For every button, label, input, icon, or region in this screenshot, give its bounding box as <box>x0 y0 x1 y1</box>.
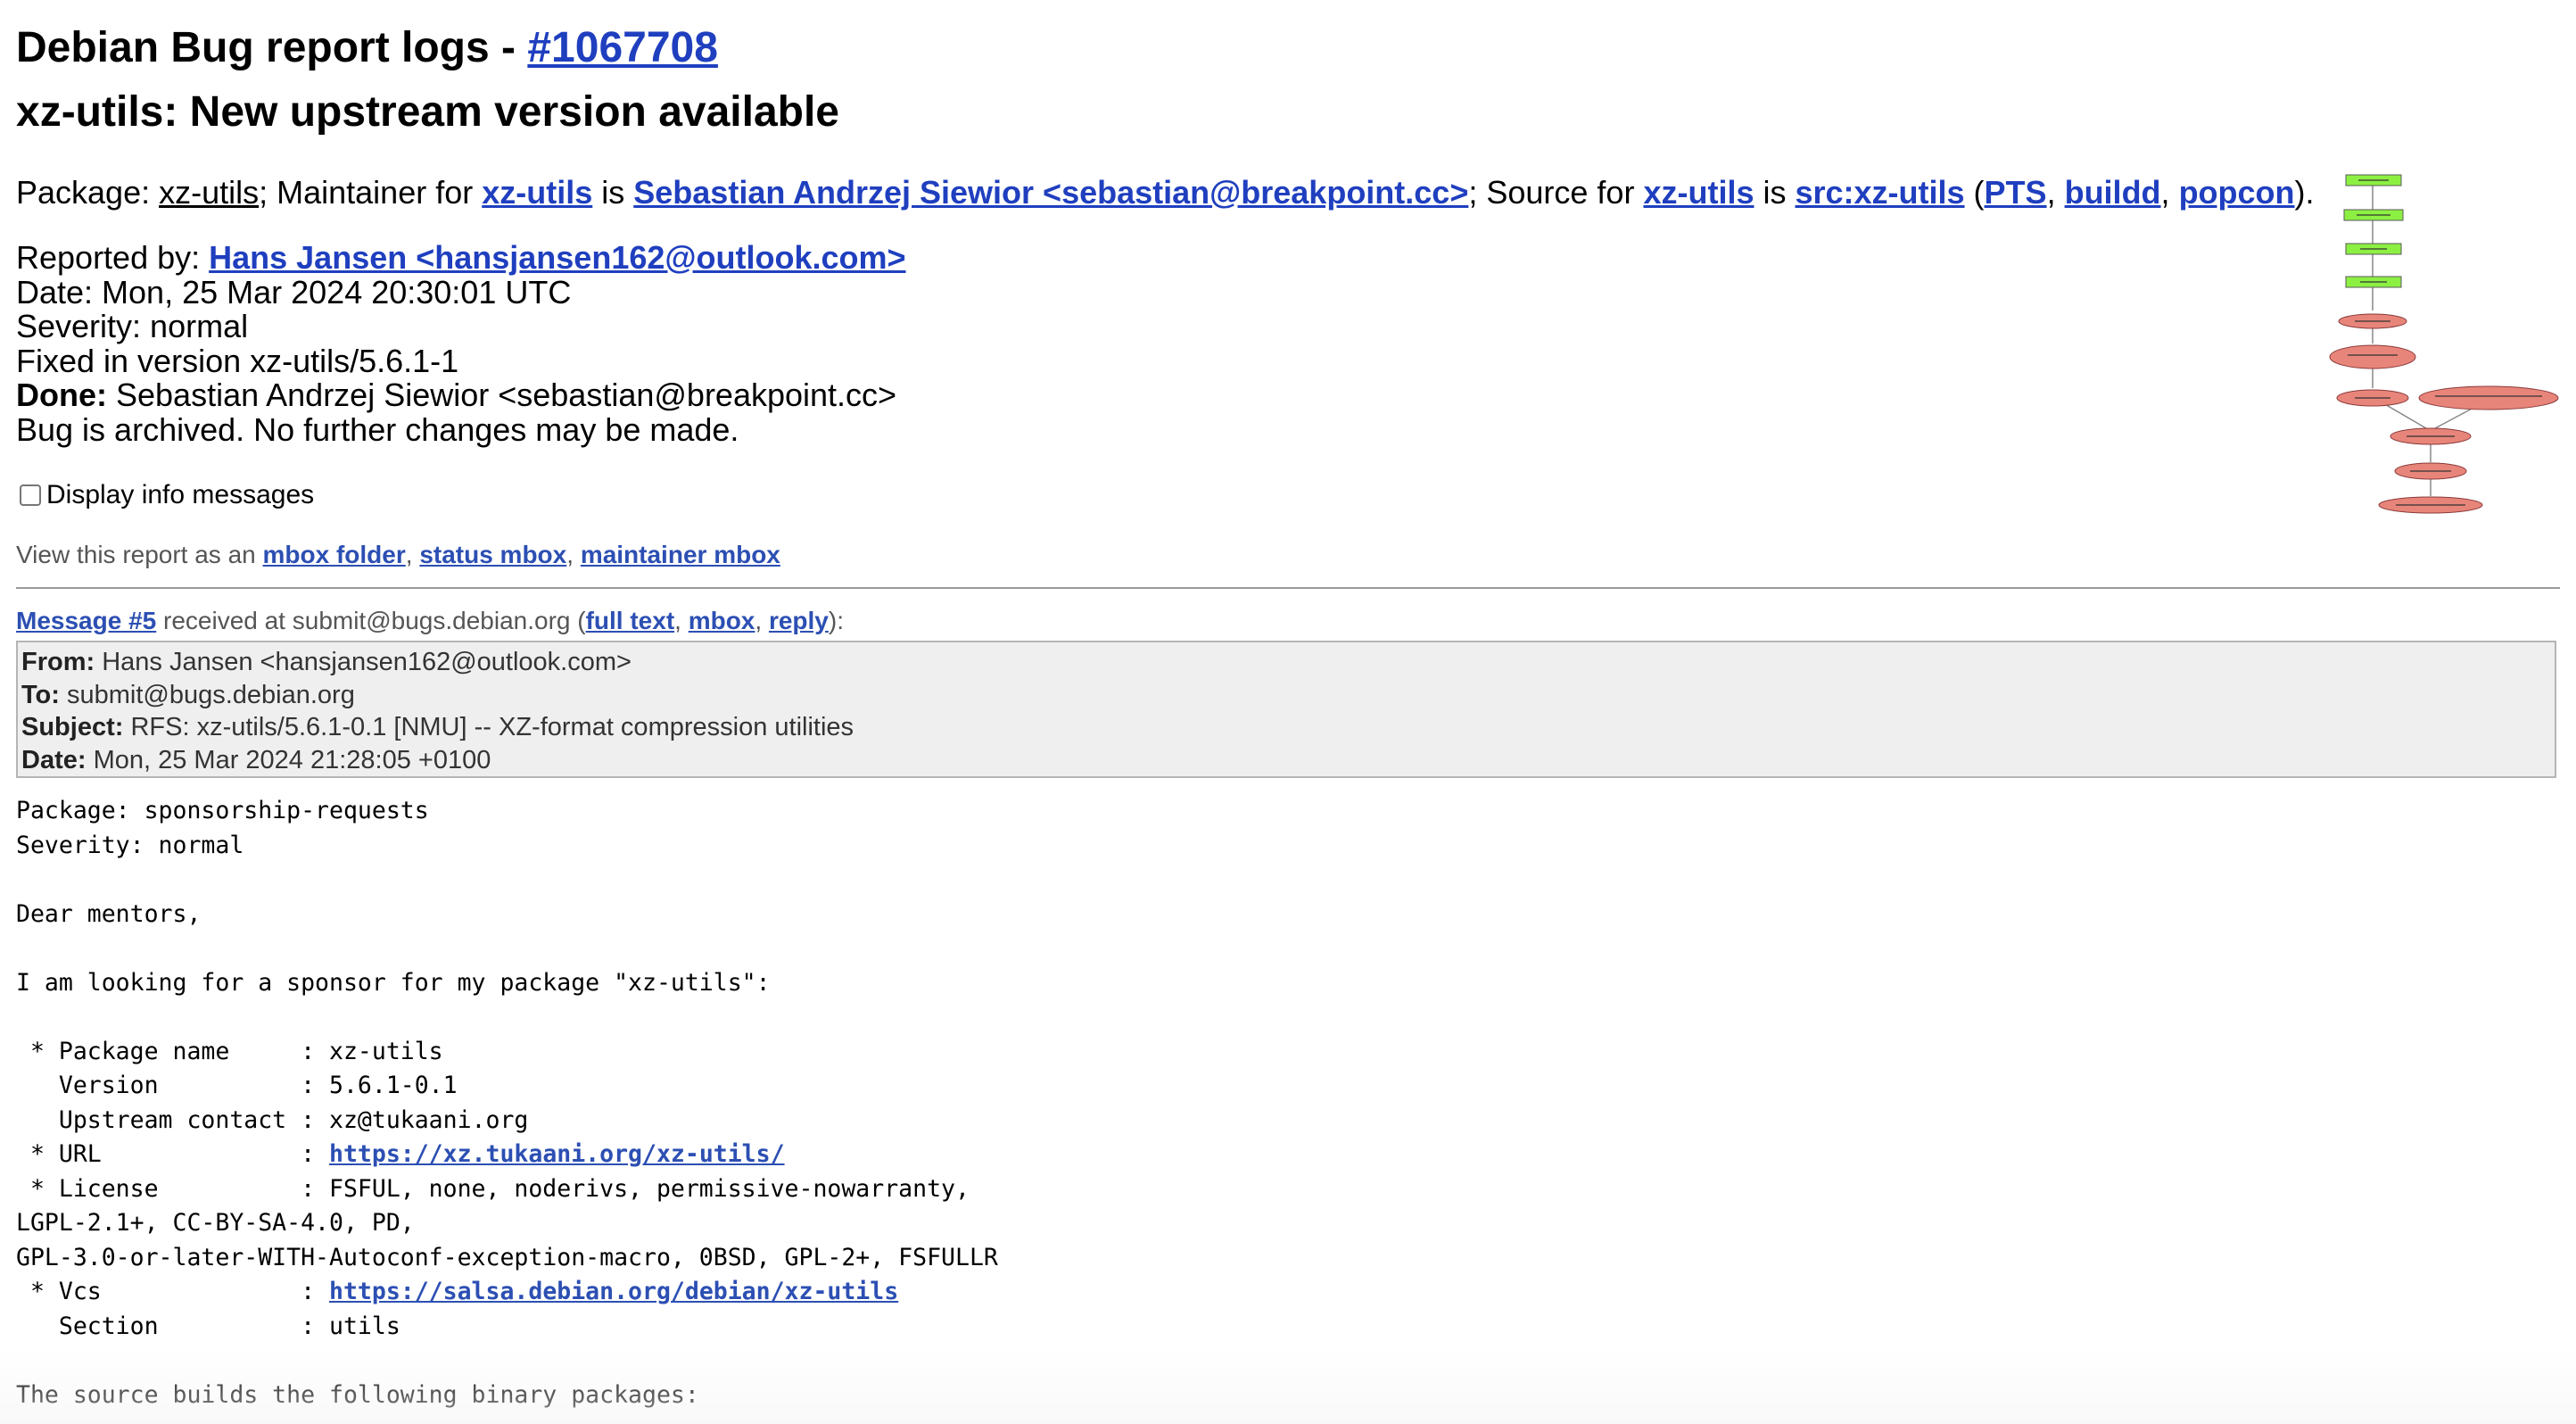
package-line: Package: xz-utils; Maintainer for xz-uti… <box>16 173 2315 212</box>
fixed-version: Fixed in version xz-utils/5.6.1-1 <box>16 342 459 379</box>
header-from: From: Hans Jansen <hansjansen162@outlook… <box>21 646 2551 679</box>
vcs-url-link[interactable]: https://salsa.debian.org/debian/xz-utils <box>329 1278 898 1305</box>
reply-link[interactable]: reply <box>769 607 829 634</box>
display-info-label: Display info messages <box>46 480 315 509</box>
upstream-url-link[interactable]: https://xz.tukaani.org/xz-utils/ <box>329 1140 785 1168</box>
version-graph[interactable] <box>2319 161 2576 517</box>
paren-close: ). <box>2294 174 2315 211</box>
graph-node-red[interactable] <box>2329 344 2416 369</box>
bug-number-link[interactable]: #1067708 <box>527 24 718 71</box>
to-label: To: <box>21 680 60 709</box>
message-link[interactable]: Message #5 <box>16 607 156 634</box>
paren-open: ( <box>1964 174 1985 211</box>
body-line: GPL-3.0-or-later-WITH-Autoconf-exception… <box>16 1243 998 1271</box>
body-line: Upstream contact : xz@tukaani.org <box>16 1105 529 1134</box>
source-text: ; Source for <box>1468 174 1644 211</box>
message-body: Package: sponsorship-requests Severity: … <box>16 794 998 1412</box>
body-line: * Vcs : <box>16 1278 329 1305</box>
body-line: * Package name : xz-utils <box>16 1037 443 1065</box>
body-line: * License : FSFUL, none, noderivs, permi… <box>16 1174 970 1203</box>
reported-by: Reported by: Hans Jansen <hansjansen162@… <box>16 239 906 276</box>
bug-subject: xz-utils: New upstream version available <box>16 88 839 136</box>
header-to: To: submit@bugs.debian.org <box>21 679 2551 712</box>
body-line: Version : 5.6.1-0.1 <box>16 1072 458 1099</box>
maint-pkg-link[interactable]: xz-utils <box>482 174 592 211</box>
graph-node-red[interactable] <box>2418 385 2559 410</box>
message-mbox-link[interactable]: mbox <box>689 607 755 634</box>
body-line: Severity: normal <box>16 831 244 859</box>
to-value: submit@bugs.debian.org <box>59 680 355 709</box>
report-date: Date: Mon, 25 Mar 2024 20:30:01 UTC <box>16 273 572 310</box>
package-link[interactable]: xz-utils <box>159 174 259 211</box>
sep: , <box>2046 174 2065 211</box>
date-value: Mon, 25 Mar 2024 21:28:05 +0100 <box>86 745 491 774</box>
done-value: Sebastian Andrzej Siewior <sebastian@bre… <box>107 377 897 413</box>
title-prefix: Debian Bug report logs - <box>16 24 528 71</box>
source-link[interactable]: src:xz-utils <box>1795 174 1964 211</box>
header-subject: Subject: RFS: xz-utils/5.6.1-0.1 [NMU] -… <box>21 711 2551 744</box>
page-title: Debian Bug report logs - #1067708 <box>16 23 718 73</box>
display-info-checkbox[interactable] <box>20 484 41 506</box>
reported-label: Reported by: <box>16 239 210 276</box>
message-header-line: Message #5 received at submit@bugs.debia… <box>16 605 844 637</box>
graph-edges <box>2372 186 2489 496</box>
body-line: LGPL-2.1+, CC-BY-SA-4.0, PD, <box>16 1209 415 1237</box>
done-by: Done: Sebastian Andrzej Siewior <sebasti… <box>16 377 906 413</box>
from-value: Hans Jansen <hansjansen162@outlook.com> <box>95 648 632 676</box>
subject-label: Subject: <box>21 713 124 741</box>
graph-nodes <box>2329 174 2559 514</box>
sep: , <box>674 607 689 634</box>
pts-link[interactable]: PTS <box>1985 174 2047 211</box>
body-line: I am looking for a sponsor for my packag… <box>16 968 771 997</box>
sep: , <box>405 541 420 568</box>
graph-node-glyphs <box>2348 179 2542 506</box>
body-line: Section : utils <box>16 1312 400 1340</box>
body-line: Package: sponsorship-requests <box>16 797 429 824</box>
sep: , <box>2160 174 2179 211</box>
received-end: ): <box>828 607 844 634</box>
body-line: The source builds the following binary p… <box>16 1380 699 1409</box>
maint-text: ; Maintainer for <box>259 174 483 211</box>
reporter-link[interactable]: Hans Jansen <hansjansen162@outlook.com> <box>209 239 905 276</box>
bug-info: Reported by: Hans Jansen <hansjansen162@… <box>16 239 906 448</box>
is-text-2: is <box>1754 174 1796 211</box>
header-date: Date: Mon, 25 Mar 2024 21:28:05 +0100 <box>21 744 2551 777</box>
display-info-toggle[interactable]: Display info messages <box>20 478 314 512</box>
buildd-link[interactable]: buildd <box>2065 174 2161 211</box>
body-line: * URL : <box>16 1140 329 1168</box>
package-label: Package: <box>16 174 160 211</box>
done-label: Done: <box>16 377 107 413</box>
subject-value: RFS: xz-utils/5.6.1-0.1 [NMU] -- XZ-form… <box>123 713 855 741</box>
body-line: Dear mentors, <box>16 899 202 928</box>
severity: Severity: normal <box>16 308 249 344</box>
sep: , <box>755 607 769 634</box>
full-text-link[interactable]: full text <box>586 607 675 634</box>
view-prefix: View this report as an <box>16 541 263 568</box>
sep: , <box>566 541 581 568</box>
from-label: From: <box>21 648 95 676</box>
mbox-folder-link[interactable]: mbox folder <box>263 541 406 568</box>
view-as-line: View this report as an mbox folder, stat… <box>16 539 780 571</box>
date-label: Date: <box>21 745 87 774</box>
archived-notice: Bug is archived. No further changes may … <box>16 410 739 448</box>
maintainer-mbox-link[interactable]: maintainer mbox <box>581 541 780 568</box>
maintainer-link[interactable]: Sebastian Andrzej Siewior <sebastian@bre… <box>633 174 1468 211</box>
popcon-link[interactable]: popcon <box>2179 174 2295 211</box>
divider <box>16 587 2560 589</box>
email-headers: From: Hans Jansen <hansjansen162@outlook… <box>16 641 2556 778</box>
received-text: received at submit@bugs.debian.org ( <box>156 607 586 634</box>
is-text: is <box>592 174 634 211</box>
status-mbox-link[interactable]: status mbox <box>419 541 566 568</box>
source-pkg-link[interactable]: xz-utils <box>1643 174 1754 211</box>
